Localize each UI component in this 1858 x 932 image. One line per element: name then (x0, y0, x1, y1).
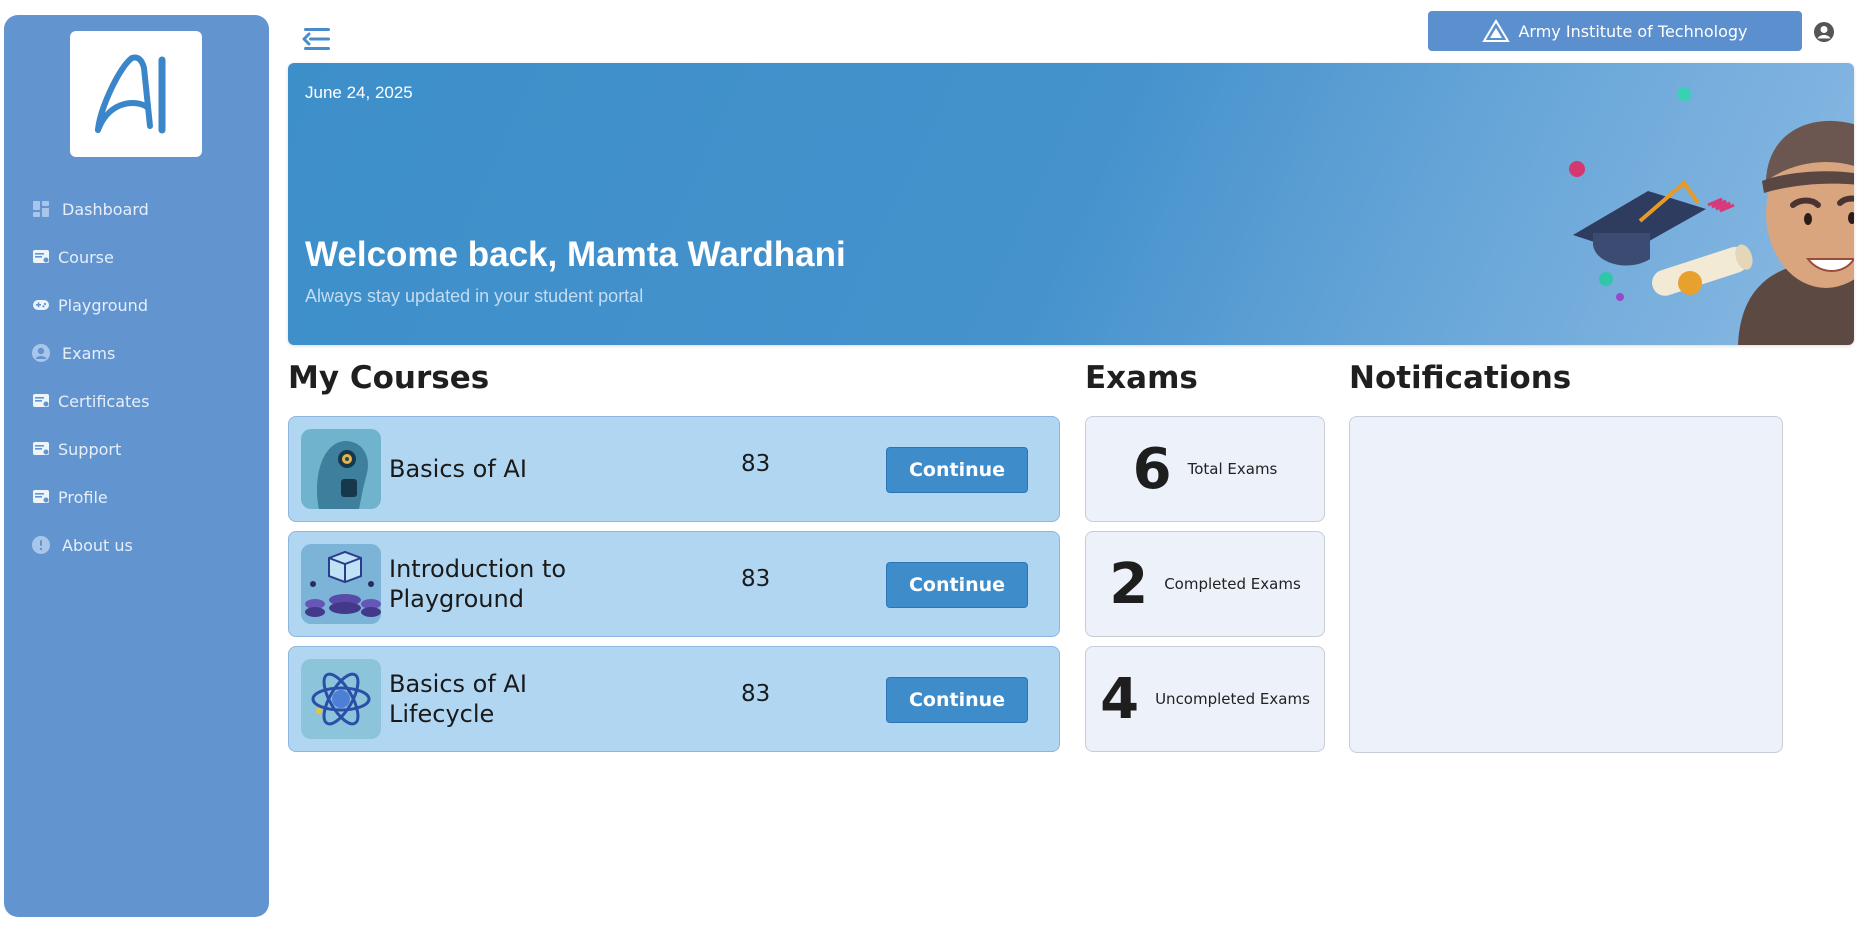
exam-count: 6 (1132, 436, 1172, 502)
course-name: Introduction to Playground (389, 555, 567, 613)
course-thumbnail (301, 544, 381, 624)
course-card: Basics of AI 83 Continue (288, 416, 1060, 522)
sidebar-item-label: Exams (62, 343, 116, 363)
welcome-subtitle: Always stay updated in your student port… (305, 286, 644, 306)
sidebar-item-dashboard[interactable]: Dashboard (4, 185, 269, 233)
certificate-icon (30, 390, 52, 412)
course-score: 83 (741, 451, 771, 477)
continue-button[interactable]: Continue (886, 447, 1028, 493)
welcome-title: Welcome back, Mamta Wardhani (305, 235, 846, 274)
ai-head-thumbnail (301, 429, 381, 509)
sidebar-item-exams[interactable]: Exams (4, 329, 269, 377)
course-thumbnail (301, 659, 381, 739)
exams-title: Exams (1085, 360, 1198, 396)
info-icon (30, 534, 52, 556)
exam-label: Completed Exams (1164, 575, 1301, 593)
playground-cube-thumbnail (301, 544, 381, 624)
gamepad-icon (30, 294, 52, 316)
course-icon (30, 246, 52, 268)
exam-stat-card: 4 Uncompleted Exams (1085, 646, 1325, 752)
app-logo[interactable] (70, 31, 202, 157)
exam-label: Uncompleted Exams (1155, 690, 1310, 708)
menu-toggle-icon[interactable] (300, 24, 332, 54)
ai-logo-icon (95, 54, 166, 134)
sidebar-item-profile[interactable]: Profile (4, 473, 269, 521)
sidebar-item-support[interactable]: Support (4, 425, 269, 473)
exam-stat-card: 6 Total Exams (1085, 416, 1325, 522)
current-date: June 24, 2025 (305, 83, 413, 102)
sidebar-item-label: Course (58, 247, 114, 267)
notifications-panel (1349, 416, 1783, 753)
course-card: Introduction to Playground 83 Continue (288, 531, 1060, 637)
user-account-icon[interactable] (1813, 21, 1835, 43)
welcome-banner: June 24, 2025 Welcome back, Mamta Wardha… (288, 63, 1854, 345)
exam-count: 4 (1100, 666, 1140, 732)
course-score: 83 (741, 681, 771, 707)
sidebar-item-playground[interactable]: Playground (4, 281, 269, 329)
atom-thumbnail (301, 659, 381, 739)
notifications-title: Notifications (1349, 360, 1572, 396)
institute-logo-icon (1482, 19, 1511, 42)
institute-name: Army Institute of Technology (1518, 21, 1748, 41)
sidebar-item-label: Playground (58, 295, 148, 315)
student-illustration (1569, 87, 1854, 345)
continue-button[interactable]: Continue (886, 562, 1028, 608)
exam-stat-card: 2 Completed Exams (1085, 531, 1325, 637)
institute-button[interactable]: Army Institute of Technology (1428, 11, 1802, 51)
exam-count: 2 (1109, 551, 1149, 617)
course-name: Basics of AI Lifecycle (389, 670, 527, 728)
sidebar-item-label: Profile (58, 487, 108, 507)
sidebar-item-label: Support (58, 439, 122, 459)
continue-button[interactable]: Continue (886, 677, 1028, 723)
exam-label: Total Exams (1187, 460, 1278, 478)
course-name: Basics of AI (389, 455, 527, 483)
course-card: Basics of AI Lifecycle 83 Continue (288, 646, 1060, 752)
course-thumbnail (301, 429, 381, 509)
sidebar-item-about-us[interactable]: About us (4, 521, 269, 569)
sidebar-item-certificates[interactable]: Certificates (4, 377, 269, 425)
dashboard-icon (30, 198, 52, 220)
sidebar: Dashboard Course Playground Exams Certif… (4, 15, 269, 917)
sidebar-nav: Dashboard Course Playground Exams Certif… (4, 185, 269, 569)
sidebar-item-label: Dashboard (62, 199, 149, 219)
support-icon (30, 438, 52, 460)
exam-user-icon (30, 342, 52, 364)
sidebar-item-label: Certificates (58, 391, 150, 411)
sidebar-item-course[interactable]: Course (4, 233, 269, 281)
my-courses-title: My Courses (288, 360, 490, 396)
sidebar-item-label: About us (62, 535, 133, 555)
profile-icon (30, 486, 52, 508)
course-score: 83 (741, 566, 771, 592)
